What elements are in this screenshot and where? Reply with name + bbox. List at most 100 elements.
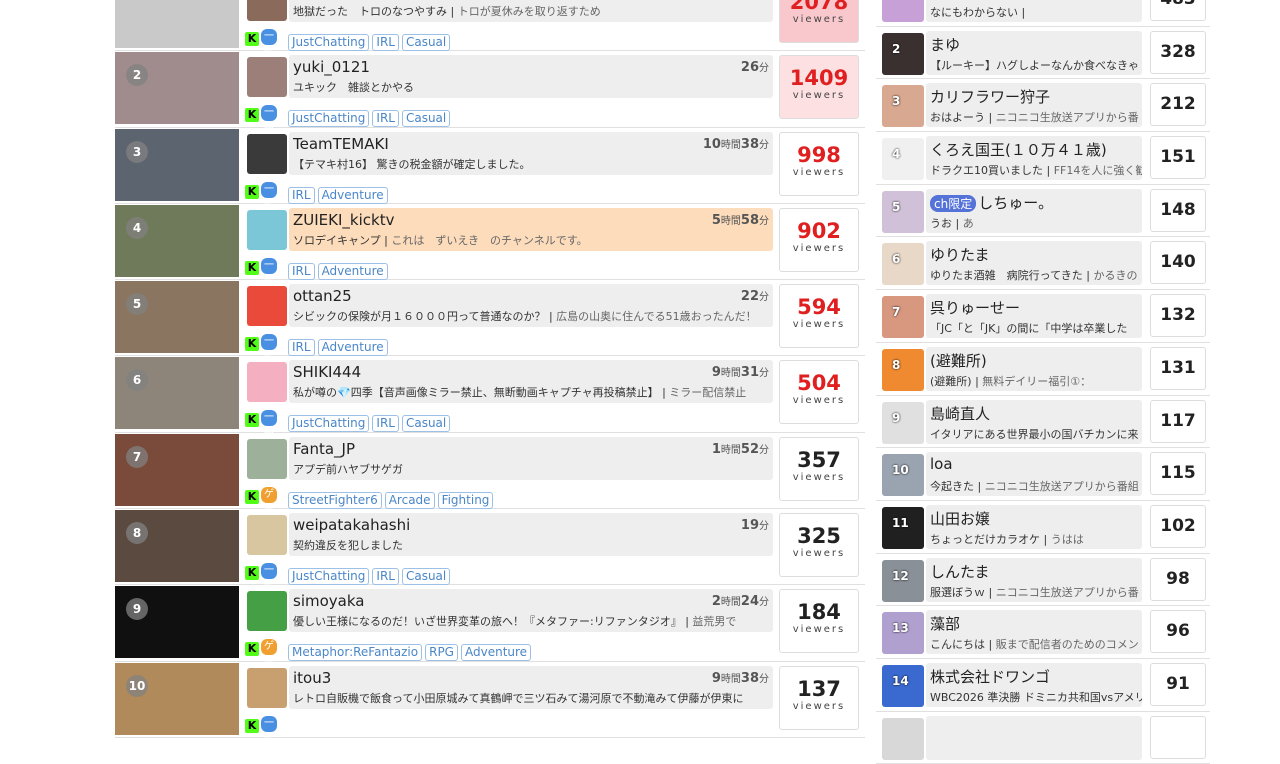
- nico-stream-info[interactable]: ch限定 しちゅー。 うお | あ: [926, 188, 1142, 233]
- nico-stream-row[interactable]: 13 藻部 こんにちは | 販まで配信者のためのコメン 96: [876, 606, 1210, 659]
- tag-link[interactable]: IRL: [288, 186, 315, 204]
- tag-link[interactable]: Casual: [401, 34, 451, 51]
- broadcaster-avatar[interactable]: 13: [882, 612, 924, 655]
- nico-stream-info[interactable]: (避難所) (避難所) | 無料デイリー福引①：: [926, 346, 1142, 391]
- nico-stream-row[interactable]: 14 株式会社ドワンゴ WBC2026 準決勝 ドミニカ共和国vsアメリ 91: [876, 659, 1210, 712]
- broadcaster-name[interactable]: (避難所): [930, 350, 987, 371]
- nico-stream-row[interactable]: 9 島崎直人 イタリアにある世界最小の国バチカンに来 117: [876, 396, 1210, 449]
- tag-link[interactable]: Arcade: [384, 491, 435, 509]
- broadcaster-name[interactable]: 山田お嬢: [930, 508, 990, 529]
- broadcaster-avatar[interactable]: 12: [882, 559, 924, 602]
- stream-info[interactable]: 地獄だった トロのなつやすみ | トロが夏休みを取り返すため: [289, 0, 773, 22]
- stream-info[interactable]: yuki_0121 ユキック 雑談とかやる 26分: [289, 55, 773, 99]
- stream-row[interactable]: 地獄だった トロのなつやすみ | トロが夏休みを取り返すため K 一般 JustCha…: [115, 0, 865, 58]
- tag-link[interactable]: IRL: [372, 34, 399, 51]
- stream-thumbnail[interactable]: [115, 0, 239, 48]
- tag-link[interactable]: JustChatting: [288, 568, 370, 586]
- broadcaster-avatar[interactable]: 9: [882, 401, 924, 444]
- tag-link[interactable]: IRL: [372, 110, 399, 128]
- tag-link[interactable]: IRL: [288, 339, 315, 357]
- broadcaster-name[interactable]: しんたま: [930, 561, 990, 582]
- streamer-name[interactable]: Fanta_JP: [293, 440, 355, 458]
- tag-link[interactable]: Casual: [401, 568, 451, 586]
- stream-thumbnail[interactable]: 4: [115, 204, 239, 277]
- nico-stream-info[interactable]: ゆりたま ゆりたま酒雑 病院行ってきた | かるきの: [926, 241, 1142, 286]
- stream-thumbnail[interactable]: 3: [115, 128, 239, 201]
- stream-info[interactable]: Fanta_JP アプデ前ハヤブサゲガ 1時間52分: [289, 436, 773, 480]
- broadcaster-avatar[interactable]: 2: [882, 32, 924, 75]
- nico-stream-row[interactable]: 3 カリフラワー狩子 おはよーう | ニコニコ生放送アプリから番 212: [876, 79, 1210, 133]
- nico-stream-row[interactable]: 4 くろえ国王(１０万４１歳) ドラクエ10買いました | FF14を人に強く勧 15…: [876, 132, 1210, 185]
- broadcaster-avatar[interactable]: 3: [882, 85, 924, 128]
- stream-thumbnail[interactable]: 8: [115, 510, 239, 583]
- broadcaster-name[interactable]: 株式会社ドワンゴ: [930, 666, 1050, 687]
- nico-stream-info[interactable]: 呉りゅーせー 「JC「と「JK」の間に「中学は卒業した: [926, 294, 1142, 339]
- stream-row[interactable]: 3 TeamTEMAKI 【テマキ村16】 驚きの税金額が確定しました。 10時間38…: [115, 128, 865, 211]
- nico-stream-row[interactable]: 10 loa 今起きた | ニコニコ生放送アプリから番組 115: [876, 448, 1210, 501]
- stream-row[interactable]: 10 itou3 レトロ自販機で飯食って小田原城みて真鶴岬で三ツ石みて湯河原で不動滝…: [115, 662, 865, 745]
- streamer-name[interactable]: ottan25: [293, 287, 352, 305]
- tag-link[interactable]: JustChatting: [288, 110, 370, 128]
- nico-stream-info[interactable]: loa 今起きた | ニコニコ生放送アプリから番組: [926, 452, 1142, 497]
- stream-info[interactable]: ZUIEKI_kicktv ソロデイキャンプ | これは ずいえき のチャンネルで…: [289, 207, 773, 251]
- nico-stream-row[interactable]: 6 ゆりたま ゆりたま酒雑 病院行ってきた | かるきの 140: [876, 237, 1210, 291]
- streamer-name[interactable]: SHIKI444: [293, 363, 361, 381]
- broadcaster-name[interactable]: カリフラワー狩子: [930, 86, 1050, 107]
- stream-info[interactable]: ottan25 シビックの保険が月１６０００円って普通なのか？ | 広島の山奥に住…: [289, 284, 773, 328]
- nico-stream-info[interactable]: なにもわからない |: [926, 0, 1142, 22]
- streamer-name[interactable]: ZUIEKI_kicktv: [293, 211, 394, 229]
- tag-link[interactable]: StreetFighter6: [288, 491, 382, 509]
- broadcaster-avatar[interactable]: 7: [882, 296, 924, 339]
- nico-stream-info[interactable]: 藻部 こんにちは | 販まで配信者のためのコメン: [926, 610, 1142, 655]
- stream-row[interactable]: 6 SHIKI444 私が噂の💎四季【音声画像ミラー禁止、無断動画キャプチャ再投稿禁…: [115, 356, 865, 439]
- broadcaster-name[interactable]: 呉りゅーせー: [930, 297, 1020, 318]
- streamer-name[interactable]: simoyaka: [293, 592, 364, 610]
- stream-info[interactable]: SHIKI444 私が噂の💎四季【音声画像ミラー禁止、無断動画キャプチャ再投稿禁止…: [289, 360, 773, 404]
- broadcaster-name[interactable]: まゆ: [930, 34, 960, 55]
- stream-thumbnail[interactable]: 7: [115, 433, 239, 506]
- broadcaster-avatar[interactable]: [882, 717, 924, 760]
- tag-link[interactable]: IRL: [288, 262, 315, 280]
- tag-link[interactable]: Fighting: [437, 491, 494, 509]
- nico-stream-row[interactable]: なにもわからない | 483: [876, 0, 1210, 27]
- broadcaster-name[interactable]: 島崎直人: [930, 403, 990, 424]
- nico-stream-row[interactable]: 11 山田お嬢 ちょっとだけカラオケ | うはは 102: [876, 501, 1210, 554]
- broadcaster-avatar[interactable]: 6: [882, 243, 924, 286]
- streamer-avatar[interactable]: [247, 362, 287, 403]
- broadcaster-name[interactable]: ゆりたま: [930, 244, 990, 265]
- stream-thumbnail[interactable]: 10: [115, 662, 239, 735]
- tag-link[interactable]: IRL: [372, 568, 399, 586]
- nico-stream-row[interactable]: 8 (避難所) (避難所) | 無料デイリー福引①： 131: [876, 343, 1210, 396]
- stream-row[interactable]: 4 ZUIEKI_kicktv ソロデイキャンプ | これは ずいえき のチャンネル…: [115, 204, 865, 287]
- tag-link[interactable]: RPG: [425, 644, 458, 662]
- streamer-avatar[interactable]: [247, 57, 287, 98]
- stream-info[interactable]: weipatakahashi 契約違反を犯しました 19分: [289, 513, 773, 557]
- broadcaster-name[interactable]: ch限定 しちゅー。: [930, 192, 1053, 213]
- streamer-name[interactable]: itou3: [293, 669, 331, 687]
- streamer-avatar[interactable]: [247, 591, 287, 632]
- nico-stream-info[interactable]: まゆ 【ルーキー】ハグしよーなんか食べなきゃ: [926, 30, 1142, 75]
- tag-link[interactable]: Adventure: [317, 262, 388, 280]
- nico-stream-info[interactable]: [926, 715, 1142, 760]
- tag-link[interactable]: Metaphor:ReFantazio: [288, 644, 423, 662]
- broadcaster-avatar[interactable]: 14: [882, 664, 924, 707]
- streamer-avatar[interactable]: [247, 667, 287, 708]
- nico-stream-row[interactable]: 2 まゆ 【ルーキー】ハグしよーなんか食べなきゃ 328: [876, 27, 1210, 80]
- broadcaster-avatar[interactable]: 11: [882, 506, 924, 549]
- tag-link[interactable]: Adventure: [317, 186, 388, 204]
- stream-row[interactable]: 5 ottan25 シビックの保険が月１６０００円って普通なのか？ | 広島の山奥に…: [115, 280, 865, 363]
- broadcaster-name[interactable]: くろえ国王(１０万４１歳): [930, 139, 1107, 160]
- nico-stream-info[interactable]: 株式会社ドワンゴ WBC2026 準決勝 ドミニカ共和国vsアメリ: [926, 662, 1142, 707]
- streamer-name[interactable]: weipatakahashi: [293, 516, 410, 534]
- stream-row[interactable]: 2 yuki_0121 ユキック 雑談とかやる 26分 K 一般 JustChatting I…: [115, 51, 865, 134]
- streamer-avatar[interactable]: [247, 209, 287, 250]
- nico-stream-row[interactable]: 7 呉りゅーせー 「JC「と「JK」の間に「中学は卒業した 132: [876, 290, 1210, 343]
- nico-stream-info[interactable]: 山田お嬢 ちょっとだけカラオケ | うはは: [926, 504, 1142, 549]
- streamer-name[interactable]: yuki_0121: [293, 58, 370, 76]
- streamer-avatar[interactable]: [247, 515, 287, 556]
- tag-link[interactable]: Casual: [401, 110, 451, 128]
- nico-stream-info[interactable]: カリフラワー狩子 おはよーう | ニコニコ生放送アプリから番: [926, 83, 1142, 128]
- broadcaster-avatar[interactable]: 5: [882, 190, 924, 233]
- nico-stream-info[interactable]: 島崎直人 イタリアにある世界最小の国バチカンに来: [926, 399, 1142, 444]
- broadcaster-avatar[interactable]: 10: [882, 454, 924, 497]
